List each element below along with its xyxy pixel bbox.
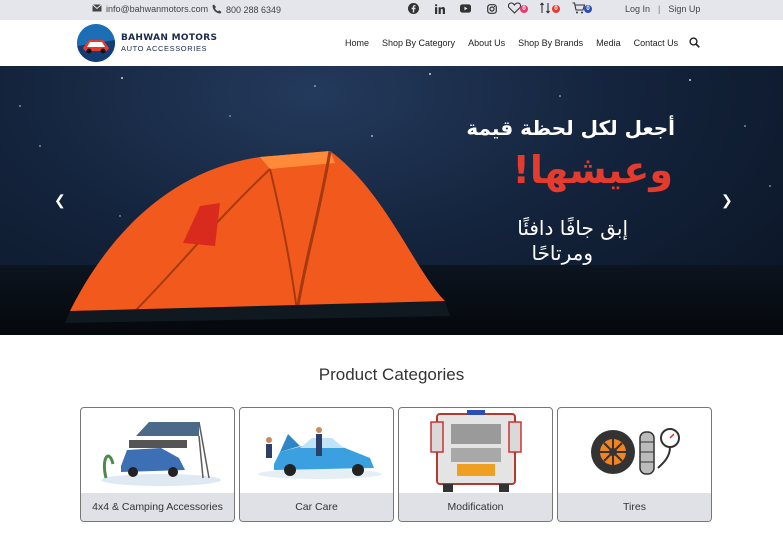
logo-emblem-icon: [77, 24, 115, 62]
auth-divider: |: [658, 4, 661, 14]
category-label[interactable]: Tires: [558, 493, 711, 521]
category-card-modification[interactable]: Modification: [398, 407, 553, 522]
nav-about-us[interactable]: About Us: [468, 38, 505, 48]
hero-line4: ومرتاحًا: [531, 241, 593, 265]
compare-count: 0: [552, 5, 560, 13]
linkedin-icon[interactable]: [434, 3, 445, 14]
shop-icons: 0 0 0: [507, 2, 592, 16]
phone-icon: [212, 4, 222, 16]
nav-contact-us[interactable]: Contact Us: [634, 38, 679, 48]
compare-button[interactable]: 0: [540, 2, 560, 16]
cart-count: 0: [584, 5, 592, 13]
wishlist-count: 0: [520, 5, 528, 13]
hero-slider: ❮ ❯ أجعل لكل لحظة قيمة وعيشها! إبق جافًا…: [0, 66, 783, 335]
instagram-icon[interactable]: [486, 3, 497, 14]
wishlist-button[interactable]: 0: [507, 2, 528, 16]
car-care-image: [258, 427, 382, 479]
modification-vehicle-image: [430, 410, 522, 492]
category-label[interactable]: 4x4 & Camping Accessories: [81, 493, 234, 521]
slider-next-button[interactable]: ❯: [721, 192, 733, 208]
phone-contact[interactable]: 800 288 6349: [212, 4, 281, 16]
logo-line1: BAHWAN MOTORS: [121, 33, 218, 43]
login-link[interactable]: Log In: [625, 4, 650, 14]
category-label[interactable]: Modification: [399, 493, 552, 521]
nav-media[interactable]: Media: [596, 38, 621, 48]
hero-line2-text: وعيشها!: [512, 148, 673, 192]
category-card-camping[interactable]: 4x4 & Camping Accessories: [80, 407, 235, 522]
signup-link[interactable]: Sign Up: [668, 4, 700, 14]
phone-text[interactable]: 800 288 6349: [226, 5, 281, 15]
search-icon[interactable]: [689, 37, 700, 50]
main-header: BAHWAN MOTORS AUTO ACCESSORIES Home Shop…: [0, 20, 783, 66]
logo-wordmark: BAHWAN MOTORS AUTO ACCESSORIES: [121, 33, 217, 53]
category-label[interactable]: Car Care: [240, 493, 393, 521]
chevron-right-icon: ❯: [721, 192, 733, 208]
envelope-icon: [92, 4, 102, 14]
top-bar: info@bahwanmotors.com 800 288 6349 0 0 0…: [0, 0, 783, 20]
social-links: [408, 3, 497, 14]
hero-line1: أجعل لكل لحظة قيمة: [466, 116, 675, 140]
tires-image: [591, 428, 680, 475]
category-card-tires[interactable]: Tires: [557, 407, 712, 522]
auth-links: Log In | Sign Up: [625, 4, 700, 14]
cart-button[interactable]: 0: [572, 2, 592, 16]
site-logo[interactable]: BAHWAN MOTORS AUTO ACCESSORIES: [77, 24, 217, 62]
hero-line2: وعيشها!: [513, 148, 673, 192]
logo-line2: AUTO ACCESSORIES: [121, 44, 208, 53]
section-title: Product Categories: [318, 365, 465, 384]
category-card-car-care[interactable]: Car Care: [239, 407, 394, 522]
hero-line3: إبق جافًا دافئًا: [517, 216, 628, 240]
nav-shop-by-category[interactable]: Shop By Category: [382, 38, 455, 48]
main-nav: Home Shop By Category About Us Shop By B…: [345, 37, 700, 48]
youtube-icon[interactable]: [460, 3, 471, 14]
facebook-icon[interactable]: [408, 3, 419, 14]
email-text[interactable]: info@bahwanmotors.com: [106, 4, 208, 14]
category-cards: 4x4 & Camping Accessories Car Care Modif…: [80, 407, 712, 522]
slider-prev-button[interactable]: ❮: [54, 192, 66, 208]
nav-shop-by-brands[interactable]: Shop By Brands: [518, 38, 583, 48]
email-contact[interactable]: info@bahwanmotors.com: [92, 4, 208, 14]
chevron-left-icon: ❮: [54, 192, 66, 208]
camping-suv-image: [101, 421, 221, 486]
tent-image: [65, 151, 450, 323]
nav-home[interactable]: Home: [345, 38, 369, 48]
